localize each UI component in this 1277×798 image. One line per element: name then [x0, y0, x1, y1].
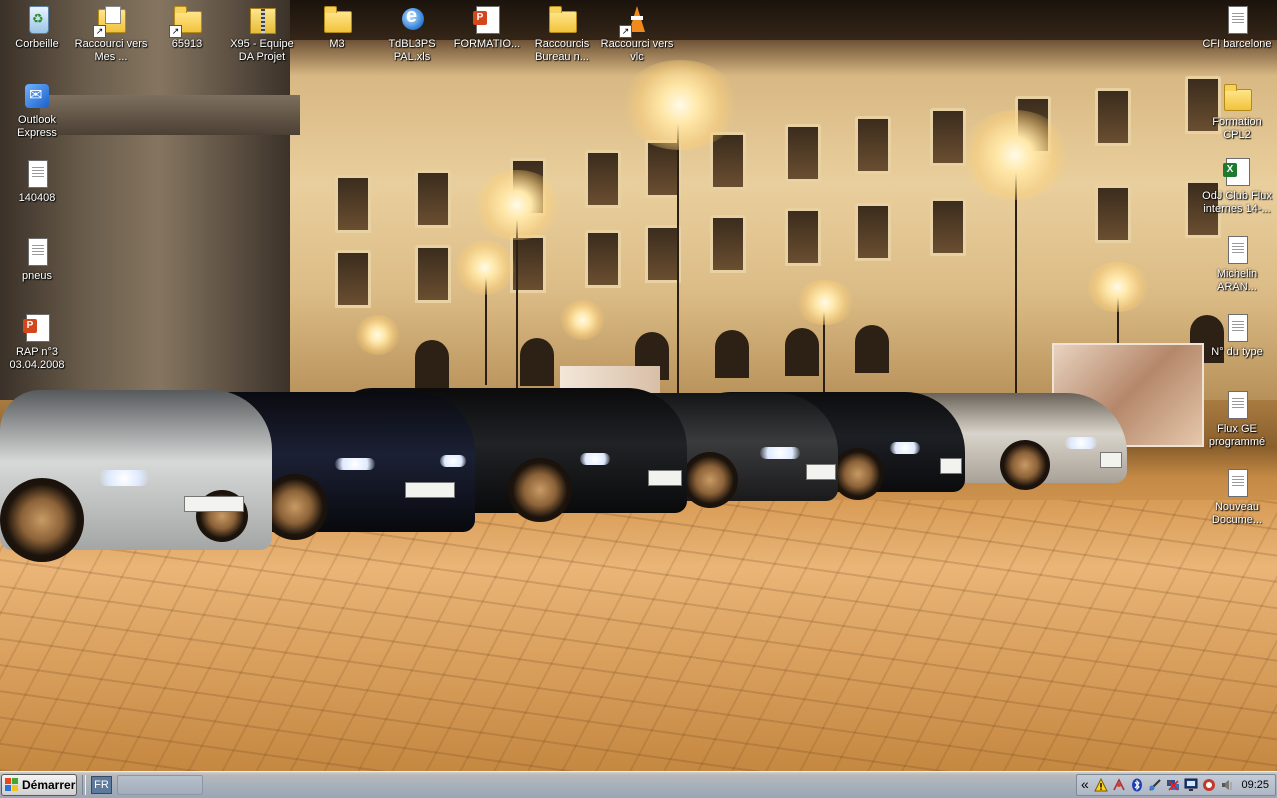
- desktop-icon-label: Nouveau Docume...: [1211, 501, 1263, 526]
- zip-folder-icon: [250, 8, 276, 34]
- powerpoint-file-icon: [473, 6, 500, 34]
- internet-explorer-icon: [402, 5, 424, 30]
- shortcut-arrow-icon: ↗: [619, 25, 632, 38]
- desktop-icon-label: Raccourci vers vlc: [600, 38, 674, 63]
- security-icon[interactable]: [1148, 778, 1162, 792]
- speaker-icon[interactable]: [1220, 778, 1234, 792]
- taskbar-separator: [82, 775, 86, 795]
- text-document-icon: [1228, 469, 1248, 497]
- start-button-label: Démarrer: [22, 778, 76, 792]
- desktop-icon-label: Raccourci vers Mes ...: [74, 38, 148, 63]
- taskbar-clock[interactable]: 09:25: [1241, 779, 1269, 791]
- recycle-bin-icon: [29, 6, 49, 34]
- desktop-icon-formation[interactable]: FORMATIO...: [450, 4, 524, 51]
- powerpoint-file-icon: [23, 314, 50, 342]
- desktop-icon-raccourci-vlc[interactable]: ↗ Raccourci vers vlc: [600, 4, 674, 64]
- desktop-icon-label: Michelin ARAN...: [1216, 268, 1258, 293]
- desktop-icon-michelin-aran[interactable]: Michelin ARAN...: [1200, 234, 1274, 294]
- desktop-icon-label: Raccourcis Bureau n...: [534, 38, 590, 63]
- desktop-icon-formation-cpl2[interactable]: Formation CPL2: [1200, 82, 1274, 142]
- desktop-icon-raccourci-mes-documents[interactable]: ↗ Raccourci vers Mes ...: [74, 4, 148, 64]
- monument-cornice: [40, 95, 300, 135]
- show-hidden-icons-button[interactable]: «: [1081, 776, 1089, 792]
- text-document-icon: [28, 238, 48, 266]
- start-button[interactable]: Démarrer: [1, 774, 77, 796]
- windows-logo-icon: [5, 778, 19, 792]
- desktop-icon-label: OdJ Club Flux internes 14-...: [1202, 190, 1272, 215]
- desktop-wallpaper: [0, 0, 1277, 771]
- desktop-icon-label: Corbeille: [15, 38, 59, 50]
- shortcut-arrow-icon: ↗: [169, 25, 182, 38]
- desktop-icon-raccourcis-bureau[interactable]: Raccourcis Bureau n...: [525, 4, 599, 64]
- folder-icon: [549, 6, 577, 33]
- warning-icon[interactable]: [1094, 777, 1108, 792]
- desktop-icon-label: RAP n°3 03.04.2008: [9, 346, 65, 371]
- desktop-icon-m3[interactable]: M3: [300, 4, 374, 51]
- desktop-icon-x95-equipe[interactable]: X95 - Equipe DA Projet: [225, 4, 299, 64]
- taskbar-buttons-area[interactable]: [117, 775, 203, 795]
- excel-file-icon: [1223, 158, 1250, 186]
- language-indicator[interactable]: FR: [91, 776, 112, 794]
- desktop-icon-label: FORMATIO...: [453, 38, 521, 50]
- desktop-icon-label: Flux GE programmé: [1208, 423, 1266, 448]
- desktop-icon-label: 65913: [171, 38, 203, 50]
- desktop-icon-tdbl3ps-pal[interactable]: TdBL3PS PAL.xls: [375, 4, 449, 64]
- desktop-icon-label: M3: [329, 38, 345, 50]
- desktop-icon-label: CFI barcelone: [1202, 38, 1272, 50]
- desktop-icon-label: 140408: [18, 192, 56, 204]
- desktop-icon-rap-n3[interactable]: RAP n°3 03.04.2008: [0, 312, 74, 372]
- desktop-icon-n-du-type[interactable]: N° du type: [1200, 312, 1274, 359]
- antivirus-icon[interactable]: [1202, 778, 1216, 792]
- taskbar: Démarrer FR « 09:25: [0, 771, 1277, 798]
- desktop-icon-pneus[interactable]: pneus: [0, 236, 74, 283]
- system-tray: « 09:25: [1076, 774, 1276, 796]
- desktop-icon-label: pneus: [22, 270, 52, 282]
- desktop-icon-65913[interactable]: ↗ 65913: [150, 4, 224, 51]
- desktop-icon-label: N° du type: [1211, 346, 1263, 358]
- folder-icon: [324, 6, 352, 33]
- folder-icon: [1224, 84, 1252, 111]
- desktop-icon-outlook-express[interactable]: Outlook Express: [0, 80, 74, 140]
- desktop-icon-140408[interactable]: 140408: [0, 158, 74, 205]
- desktop-icon-nouveau-document[interactable]: Nouveau Docume...: [1200, 467, 1274, 527]
- text-document-icon: [1228, 314, 1248, 342]
- desktop-icon-label: Outlook Express: [17, 114, 57, 139]
- desktop-icon-cfi-barcelone[interactable]: CFI barcelone: [1200, 4, 1274, 51]
- text-document-icon: [1228, 6, 1248, 34]
- desktop-icon-odj-club-flux[interactable]: OdJ Club Flux internes 14-...: [1200, 156, 1274, 216]
- desktop-icon-flux-ge[interactable]: Flux GE programmé: [1200, 389, 1274, 449]
- desktop-icon-label: Formation CPL2: [1212, 116, 1262, 141]
- text-document-icon: [28, 160, 48, 188]
- network-icon[interactable]: [1112, 778, 1126, 792]
- text-document-icon: [1228, 391, 1248, 419]
- outlook-express-icon: [25, 84, 49, 108]
- desktop-icon-label: X95 - Equipe DA Projet: [230, 38, 294, 63]
- text-document-icon: [1228, 236, 1248, 264]
- monitor-icon[interactable]: [1184, 778, 1198, 792]
- desktop-icon-corbeille[interactable]: Corbeille: [0, 4, 74, 51]
- disconnected-network-icon[interactable]: [1166, 778, 1180, 792]
- bluetooth-icon[interactable]: [1130, 778, 1144, 792]
- shortcut-arrow-icon: ↗: [93, 25, 106, 38]
- desktop-icon-label: TdBL3PS PAL.xls: [388, 38, 436, 63]
